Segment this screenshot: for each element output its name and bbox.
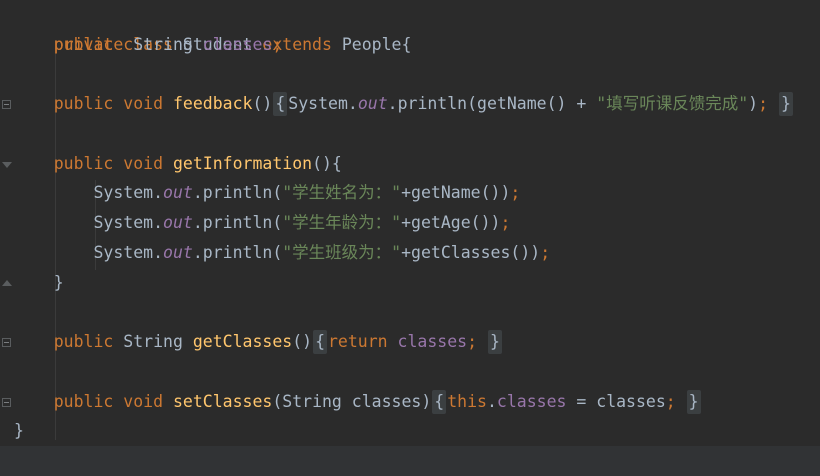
fold-expand-icon[interactable] xyxy=(2,398,11,407)
fold-end-icon[interactable] xyxy=(2,280,12,286)
method-name: setClasses xyxy=(172,392,273,411)
parens: () xyxy=(292,332,313,351)
code-line-println[interactable]: System.out.println("学生班级为："+getClasses()… xyxy=(14,238,550,268)
semicolon: ; xyxy=(272,35,283,54)
keyword: public xyxy=(53,94,114,113)
keyword: this xyxy=(447,392,487,411)
code-line-class-close[interactable]: } xyxy=(14,416,24,446)
keyword: void xyxy=(123,392,164,411)
keyword: public xyxy=(53,392,114,411)
method-call: .println( xyxy=(192,183,283,202)
folded-brace[interactable]: { xyxy=(273,92,288,116)
semicolon: ; xyxy=(510,183,521,202)
semicolon: ; xyxy=(467,332,478,351)
static-field: out xyxy=(163,243,193,262)
folded-brace[interactable]: { xyxy=(432,390,447,414)
dot: . xyxy=(486,392,497,411)
code-line-println[interactable]: System.out.println("学生年龄为："+getAge()); xyxy=(14,208,510,238)
field-name: classes xyxy=(202,35,273,54)
assignment: = classes xyxy=(566,392,666,411)
type: String xyxy=(133,35,193,54)
editor-empty-area[interactable] xyxy=(0,446,820,476)
semicolon: ; xyxy=(540,243,551,262)
receiver: System. xyxy=(288,94,358,113)
closing-brace: } xyxy=(53,273,64,292)
folded-brace[interactable]: } xyxy=(778,92,793,116)
code-editor[interactable]: public class Student extends People{ pri… xyxy=(0,0,820,476)
static-field: out xyxy=(357,94,388,113)
static-field: out xyxy=(163,213,193,232)
type: String xyxy=(123,332,183,351)
method-name: getInformation xyxy=(172,154,313,173)
code-line-getclasses[interactable]: public String getClasses(){return classe… xyxy=(14,327,503,357)
code-line-class-declaration[interactable]: public class Student extends People{ xyxy=(14,0,412,54)
method-call: .println( xyxy=(192,213,283,232)
fold-collapse-icon[interactable] xyxy=(2,162,12,168)
code-line-method-close[interactable]: } xyxy=(14,268,64,298)
semicolon: ; xyxy=(758,94,769,113)
field-name: classes xyxy=(496,392,567,411)
expression: +getAge()) xyxy=(401,213,501,232)
code-line-field[interactable]: private String classes; xyxy=(14,30,283,60)
close-paren: ) xyxy=(748,94,759,113)
parens-brace: (){ xyxy=(312,154,342,173)
keyword: public xyxy=(53,332,114,351)
receiver: System. xyxy=(93,183,164,202)
string-literal: "学生年龄为：" xyxy=(282,213,402,232)
folded-brace[interactable]: { xyxy=(313,330,327,354)
fold-expand-icon[interactable] xyxy=(2,338,11,347)
semicolon: ; xyxy=(500,213,511,232)
closing-brace: } xyxy=(14,421,24,440)
keyword: void xyxy=(123,94,164,113)
string-literal: "填写听课反馈完成" xyxy=(596,94,749,113)
keyword: private xyxy=(53,35,124,54)
code-line-getinformation[interactable]: public void getInformation(){ xyxy=(14,149,342,179)
code-line-feedback[interactable]: public void feedback(){System.out.printl… xyxy=(14,89,794,119)
params: (String classes) xyxy=(272,392,432,411)
method-call: .println(getName() + xyxy=(387,94,597,113)
receiver: System. xyxy=(93,243,164,262)
code-line-setclasses[interactable]: public void setClasses(String classes){t… xyxy=(14,387,702,417)
field-name: classes xyxy=(397,332,468,351)
parent-class: People{ xyxy=(341,35,412,54)
fold-expand-icon[interactable] xyxy=(2,100,11,109)
method-name: feedback xyxy=(172,94,253,113)
code-line-println[interactable]: System.out.println("学生姓名为："+getName()); xyxy=(14,178,520,208)
string-literal: "学生姓名为：" xyxy=(282,183,402,202)
string-literal: "学生班级为：" xyxy=(282,243,402,262)
expression: +getClasses()) xyxy=(401,243,541,262)
keyword: void xyxy=(123,154,164,173)
method-name: getClasses xyxy=(192,332,293,351)
method-call: .println( xyxy=(192,243,283,262)
semicolon: ; xyxy=(665,392,676,411)
expression: +getName()) xyxy=(401,183,511,202)
folded-brace[interactable]: } xyxy=(487,330,502,354)
keyword: return xyxy=(328,332,388,351)
receiver: System. xyxy=(93,213,164,232)
static-field: out xyxy=(163,183,193,202)
parens: () xyxy=(252,94,273,113)
keyword: public xyxy=(53,154,114,173)
folded-brace[interactable]: } xyxy=(686,390,701,414)
